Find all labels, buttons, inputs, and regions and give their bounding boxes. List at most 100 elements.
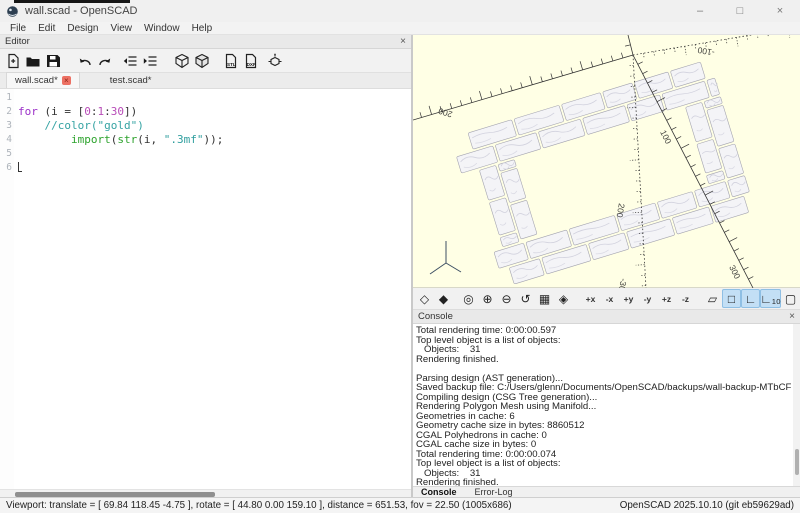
app-icon [6, 5, 19, 18]
console-line: Parsing design (AST generation)... [416, 374, 792, 384]
save-icon[interactable] [43, 51, 63, 71]
code-text[interactable]: for (i = [0:1:30]) //color("gold") impor… [14, 89, 411, 489]
view-left-button[interactable]: -x [600, 289, 619, 308]
console-tab-bar: Console Error-Log [413, 486, 800, 497]
export-stl-icon[interactable]: STL [221, 51, 241, 71]
text-cursor [18, 162, 22, 172]
axis-scale-label: 200 [437, 106, 454, 120]
console-line: CGAL Polyhedrons in cache: 0 [416, 431, 792, 441]
view-back-button[interactable]: +y [619, 289, 638, 308]
console-vertical-scrollbar[interactable] [793, 324, 800, 486]
code-line: //color("gold") [18, 119, 411, 133]
unindent-icon[interactable] [120, 51, 140, 71]
menu-window[interactable]: Window [138, 23, 186, 34]
console-line: Rendering finished. [416, 355, 792, 365]
line-number-gutter: 123456 [0, 89, 14, 489]
axis-scale-label: 300 [727, 263, 742, 280]
svg-text:DXF: DXF [247, 62, 256, 67]
code-line [18, 91, 411, 105]
wall-model [451, 59, 756, 288]
export-dxf-icon[interactable]: DXF [241, 51, 261, 71]
scrollbar-thumb[interactable] [795, 449, 799, 475]
console-line: Compiling design (CSG Tree generation)..… [416, 393, 792, 403]
console-line: Objects: 31 [416, 469, 792, 479]
menu-view[interactable]: View [105, 23, 139, 34]
editor-tab-bar: wall.scad* × test.scad* [0, 73, 411, 89]
title-bar[interactable]: wall.scad - OpenSCAD – □ × [0, 0, 800, 22]
console-line: Geometry cache size in bytes: 8860512 [416, 421, 792, 431]
show-scale-markers-button[interactable]: ∟₁₀ [760, 289, 781, 308]
indent-icon[interactable] [140, 51, 160, 71]
console-close-icon[interactable]: × [789, 312, 795, 322]
line-number: 5 [0, 147, 12, 161]
scrollbar-thumb[interactable] [15, 492, 215, 497]
redo-icon[interactable] [95, 51, 115, 71]
menu-file[interactable]: File [4, 23, 32, 34]
view-front-button[interactable]: -y [638, 289, 657, 308]
preview-button[interactable]: ◇ [415, 289, 434, 308]
editor-panel: Editor × STL DXF wall.scad* × test.scad* 12… [0, 35, 413, 497]
undo-icon[interactable] [75, 51, 95, 71]
view-gimbal-button[interactable]: ▢ [781, 289, 800, 308]
tab-label: wall.scad* [15, 75, 58, 86]
render-icon[interactable] [192, 51, 212, 71]
maximize-button[interactable]: □ [720, 0, 760, 22]
close-button[interactable]: × [760, 0, 800, 22]
code-line: import(str(i, ".3mf")); [18, 133, 411, 147]
menu-edit[interactable]: Edit [32, 23, 61, 34]
new-file-icon[interactable] [3, 51, 23, 71]
orthographic-button[interactable]: □ [722, 289, 741, 308]
minimize-button[interactable]: – [680, 0, 720, 22]
perspective-button[interactable]: ▱ [703, 289, 722, 308]
tab-console[interactable]: Console [421, 487, 457, 497]
editor-close-icon[interactable]: × [400, 37, 406, 47]
line-number: 4 [0, 133, 12, 147]
viewport-toolbar: ◇◆ ◎⊕⊖↺▦◈ +x-x+y-y+z-z ▱□∟∟₁₀▢ [413, 288, 800, 310]
open-icon[interactable] [23, 51, 43, 71]
print-3d-icon[interactable] [265, 51, 285, 71]
preview-icon[interactable] [172, 51, 192, 71]
code-line [18, 161, 411, 175]
zoom-in-button[interactable]: ⊕ [478, 289, 497, 308]
tab-close-icon[interactable]: × [62, 76, 71, 85]
console-line: CGAL cache size in bytes: 0 [416, 440, 792, 450]
view-top-button[interactable]: +z [657, 289, 676, 308]
line-number: 3 [0, 119, 12, 133]
console-line: Total rendering time: 0:00:00.074 [416, 450, 792, 460]
version-text: OpenSCAD 2025.10.10 (git eb59629ad) [620, 500, 794, 511]
menu-help[interactable]: Help [186, 23, 219, 34]
console-output[interactable]: Total rendering time: 0:00:00.597Top lev… [413, 324, 800, 486]
status-bar: Viewport: translate = [ 69.84 118.45 -4.… [0, 497, 800, 513]
console-panel-title: Console [418, 311, 453, 322]
editor-horizontal-scrollbar[interactable] [0, 489, 411, 497]
editor-tab-testscad[interactable]: test.scad* [102, 73, 160, 88]
editor-panel-header: Editor × [0, 35, 411, 49]
menu-design[interactable]: Design [61, 23, 104, 34]
diagonal-view-button[interactable]: ◈ [554, 289, 573, 308]
code-editor[interactable]: 123456 for (i = [0:1:30]) //color("gold"… [0, 89, 411, 489]
console-line: Geometries in cache: 6 [416, 412, 792, 422]
code-line: for (i = [0:1:30]) [18, 105, 411, 119]
viewport-3d[interactable]: 200100300-100200-300 [413, 35, 800, 288]
console-line: Top level object is a list of objects: [416, 459, 792, 469]
reset-view-button[interactable]: ↺ [516, 289, 535, 308]
editor-tab-wallscad[interactable]: wall.scad* × [6, 72, 80, 88]
tab-label: test.scad* [110, 75, 152, 86]
orientation-axes-icon [430, 241, 461, 274]
console-panel-header: Console × [413, 310, 800, 324]
console-line: Objects: 31 [416, 345, 792, 355]
axis-scale-label: 200 [615, 203, 627, 219]
view-bottom-button[interactable]: -z [676, 289, 695, 308]
render-button[interactable]: ◆ [434, 289, 453, 308]
zoom-all-button[interactable]: ◎ [459, 289, 478, 308]
view-right-button[interactable]: +x [581, 289, 600, 308]
show-axes-button[interactable]: ∟ [741, 289, 760, 308]
axis-scale-label: -100 [697, 45, 716, 58]
line-number: 2 [0, 105, 12, 119]
window-title: wall.scad - OpenSCAD [25, 5, 138, 17]
zoom-out-button[interactable]: ⊖ [497, 289, 516, 308]
editor-toolbar: STL DXF [0, 49, 411, 73]
view-all-button[interactable]: ▦ [535, 289, 554, 308]
tab-error-log[interactable]: Error-Log [475, 487, 513, 497]
viewport-status-text: Viewport: translate = [ 69.84 118.45 -4.… [6, 500, 512, 511]
